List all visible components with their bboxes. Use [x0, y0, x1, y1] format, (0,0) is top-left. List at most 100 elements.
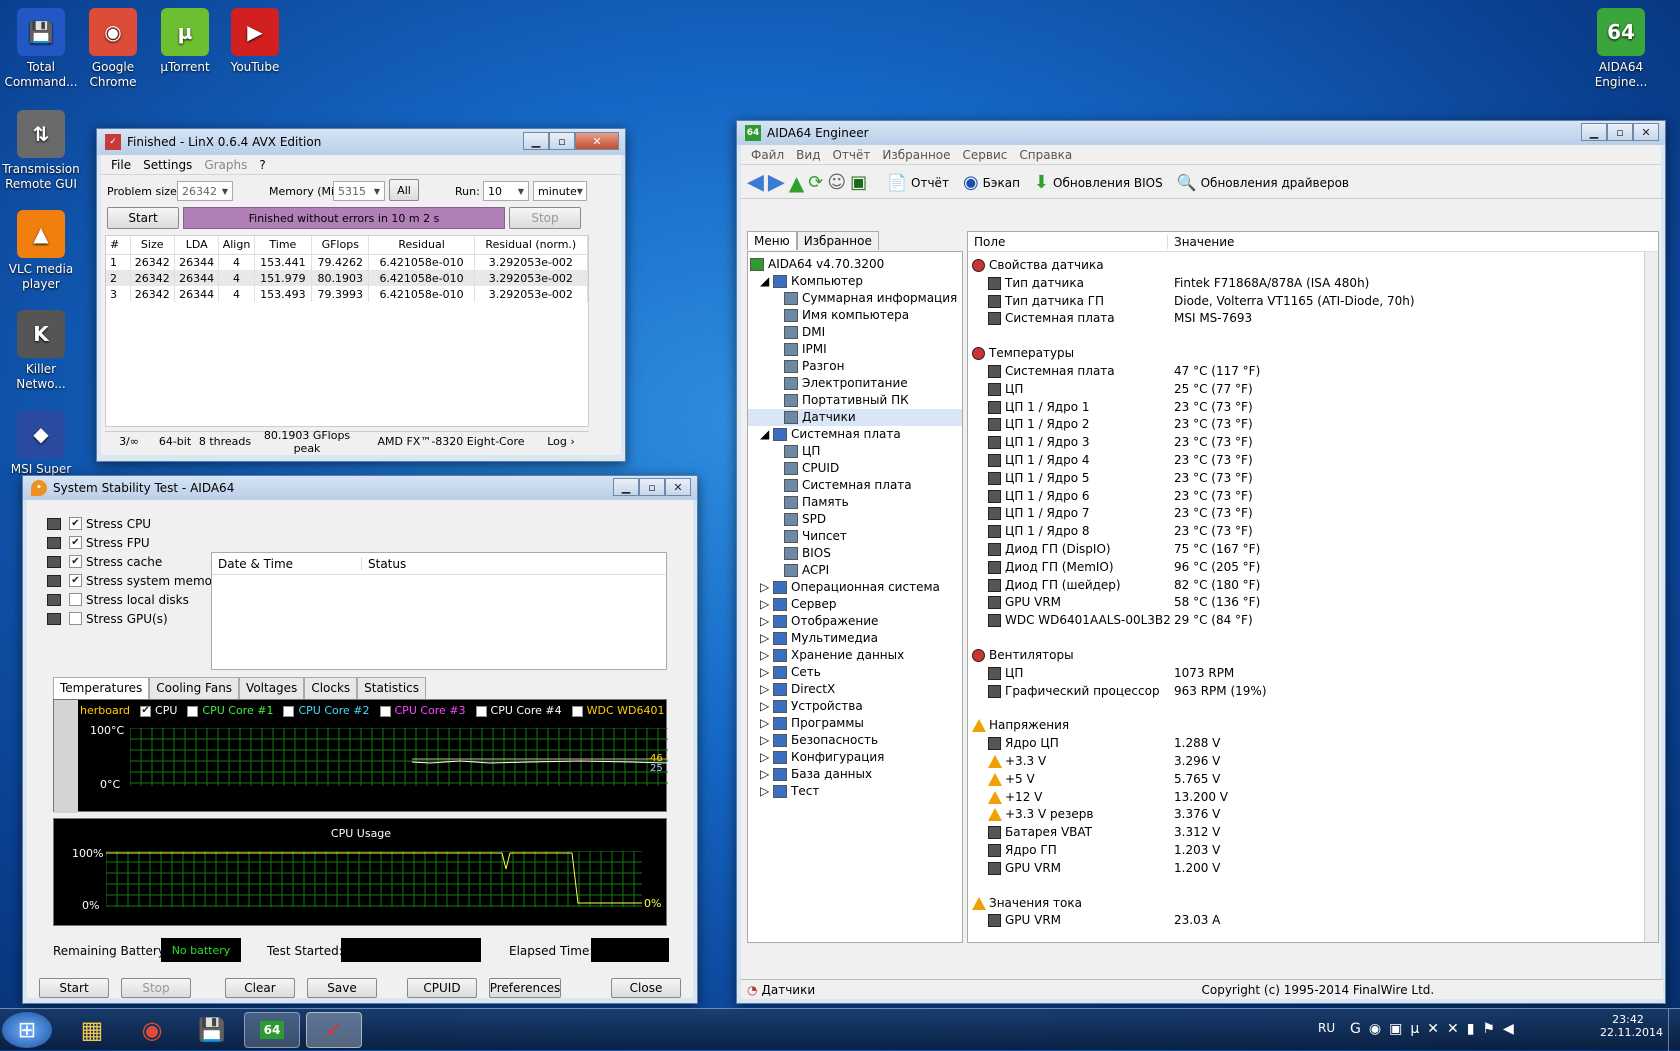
tree-item[interactable]: ▷ База данных — [748, 766, 962, 783]
table-row[interactable]: ЦП 1 / Ядро 4 23 °C (73 °F) — [968, 451, 1628, 469]
menu-item[interactable]: Справка — [1013, 148, 1078, 162]
desktop-icon[interactable]: ⇅ Transmission Remote GUI — [0, 110, 82, 192]
report-button[interactable]: Отчёт — [911, 176, 949, 190]
tree-item[interactable]: ◢ Системная плата — [748, 426, 962, 443]
checkbox[interactable]: ✔ — [69, 555, 82, 568]
table-row[interactable]: Ядро ЦП 1.288 V — [968, 734, 1628, 752]
expand-icon[interactable]: ▷ — [760, 597, 773, 611]
taskbar-explorer[interactable]: ▦ — [64, 1012, 120, 1048]
table-row[interactable]: GPU VRM 58 °C (136 °F) — [968, 593, 1628, 611]
expand-icon[interactable]: ◢ — [760, 274, 773, 288]
tree-item[interactable]: ACPI — [748, 562, 962, 579]
table-row[interactable]: Диод ГП (MemIO) 96 °C (205 °F) — [968, 558, 1628, 576]
stress-option[interactable]: ✔ Stress CPU — [47, 514, 224, 533]
checkbox[interactable] — [571, 705, 583, 717]
sst-start-button[interactable]: Start — [39, 978, 109, 998]
table-row[interactable]: ЦП 1 / Ядро 1 23 °C (73 °F) — [968, 398, 1628, 416]
tree-item[interactable]: Чипсет — [748, 528, 962, 545]
backup-button[interactable]: Бэкап — [983, 176, 1020, 190]
expand-icon[interactable]: ▷ — [760, 665, 773, 679]
tab-menu[interactable]: Меню — [747, 231, 797, 250]
desktop-icon[interactable]: ▲ VLC media player — [0, 210, 82, 292]
table-row[interactable]: ЦП 1 / Ядро 2 23 °C (73 °F) — [968, 415, 1628, 433]
stress-option[interactable]: ✔ Stress cache — [47, 552, 224, 571]
legend-item[interactable]: WDC WD6401AALS-00 — [571, 704, 664, 717]
language-indicator[interactable]: RU — [1318, 1021, 1335, 1035]
linx-stop-button[interactable]: Stop — [509, 207, 581, 229]
all-button[interactable]: All — [389, 179, 419, 201]
tree-item[interactable]: Имя компьютера — [748, 307, 962, 324]
checkbox[interactable] — [69, 612, 82, 625]
tree-item[interactable]: BIOS — [748, 545, 962, 562]
tree-item[interactable]: Электропитание — [748, 375, 962, 392]
maximize-button[interactable]: ▫ — [639, 478, 665, 496]
expand-icon[interactable]: ▷ — [760, 733, 773, 747]
legend-item[interactable]: CPU Core #2 — [283, 704, 370, 717]
tab-clocks[interactable]: Clocks — [304, 677, 358, 699]
menu-item[interactable]: Вид — [790, 148, 826, 162]
desktop-icon[interactable]: ◉ Google Chrome — [72, 8, 154, 90]
tray-tool-icon[interactable]: ✕ — [1427, 1021, 1439, 1037]
start-button[interactable]: ⊞ — [2, 1012, 52, 1048]
memory-input[interactable]: 5315 ▼ — [333, 181, 385, 201]
tree-item[interactable]: ▷ Операционная система — [748, 579, 962, 596]
stress-option[interactable]: Stress GPU(s) — [47, 609, 224, 628]
menu-item[interactable]: Сервис — [957, 148, 1014, 162]
stress-option[interactable]: ✔ Stress system memory — [47, 571, 224, 590]
legend-item[interactable]: herboard — [80, 704, 130, 717]
clock[interactable]: 23:42 22.11.2014 — [1600, 1013, 1663, 1039]
table-row[interactable]: 2 26342 26344 4 151.979 80.1903 6.421058e-010 3… — [106, 270, 589, 286]
tree-item[interactable]: ▷ Сервер — [748, 596, 962, 613]
sst-stop-button[interactable]: Stop — [121, 978, 191, 998]
taskbar-chrome[interactable]: ◉ — [124, 1012, 180, 1048]
menu-item[interactable]: Избранное — [876, 148, 956, 162]
sst-save-button[interactable]: Save — [307, 978, 377, 998]
linx-start-button[interactable]: Start — [107, 207, 179, 229]
table-row[interactable]: +5 V 5.765 V — [968, 770, 1628, 788]
close-button[interactable]: ✕ — [575, 132, 619, 150]
tree-item[interactable]: IPMI — [748, 341, 962, 358]
tree-item[interactable]: Разгон — [748, 358, 962, 375]
tree-item[interactable]: ▷ Конфигурация — [748, 749, 962, 766]
users-icon[interactable]: ☺ — [827, 172, 846, 193]
aida-titlebar[interactable]: 64 AIDA64 Engineer ▁ ▫ ✕ — [737, 121, 1665, 145]
forward-icon[interactable]: ▶ — [768, 170, 785, 195]
monitor-icon[interactable]: ▣ — [850, 172, 867, 193]
tray-app-icon[interactable]: G — [1350, 1021, 1361, 1037]
legend-item[interactable]: ✔ CPU — [140, 704, 177, 717]
tray-flag-icon[interactable]: ⚑ — [1482, 1021, 1495, 1037]
tray-chrome-icon[interactable]: ◉ — [1369, 1021, 1381, 1037]
tree-item[interactable]: ▷ DirectX — [748, 681, 962, 698]
expand-icon[interactable]: ▷ — [760, 699, 773, 713]
minimize-button[interactable]: ▁ — [523, 132, 549, 150]
table-row[interactable]: ЦП 1 / Ядро 3 23 °C (73 °F) — [968, 433, 1628, 451]
checkbox[interactable] — [475, 705, 487, 717]
sst-preferences-button[interactable]: Preferences — [489, 978, 561, 998]
sst-titlebar[interactable]: • System Stability Test - AIDA64 ▁ ▫ ✕ — [23, 476, 697, 500]
tree-item[interactable]: ▷ Тест — [748, 783, 962, 800]
taskbar-total-commander[interactable]: 💾 — [184, 1012, 240, 1048]
table-row[interactable]: Ядро ГП 1.203 V — [968, 841, 1628, 859]
linx-titlebar[interactable]: ✓ Finished - LinX 0.6.4 AVX Edition ▁ ▫ … — [97, 129, 625, 155]
table-row[interactable]: Графический процессор 963 RPM (19%) — [968, 682, 1628, 700]
expand-icon[interactable]: ▷ — [760, 716, 773, 730]
tree-item[interactable]: ▷ Хранение данных — [748, 647, 962, 664]
table-row[interactable]: WDC WD6401AALS-00L3B2 29 °C (84 °F) — [968, 611, 1628, 629]
table-row[interactable]: Диод ГП (шейдер) 82 °C (180 °F) — [968, 576, 1628, 594]
legend-item[interactable]: CPU Core #3 — [379, 704, 466, 717]
stress-option[interactable]: Stress local disks — [47, 590, 224, 609]
run-count-input[interactable]: 10 ▼ — [483, 181, 529, 201]
expand-icon[interactable]: ▷ — [760, 750, 773, 764]
desktop-icon[interactable]: K Killer Netwo... — [0, 310, 82, 392]
table-row[interactable]: Батарея VBAT 3.312 V — [968, 823, 1628, 841]
table-row[interactable]: ЦП 1 / Ядро 6 23 °C (73 °F) — [968, 487, 1628, 505]
table-row[interactable]: ЦП 1 / Ядро 5 23 °C (73 °F) — [968, 469, 1628, 487]
expand-icon[interactable]: ▷ — [760, 682, 773, 696]
checkbox[interactable] — [379, 705, 391, 717]
tree-item[interactable]: ◢ Компьютер — [748, 273, 962, 290]
desktop-icon[interactable]: 64 AIDA64 Engine... — [1580, 8, 1662, 90]
tree-item[interactable]: ▷ Сеть — [748, 664, 962, 681]
tray-volume-icon[interactable]: ◀ — [1503, 1021, 1514, 1037]
tree-item[interactable]: CPUID — [748, 460, 962, 477]
tab-cooling-fans[interactable]: Cooling Fans — [149, 677, 240, 699]
